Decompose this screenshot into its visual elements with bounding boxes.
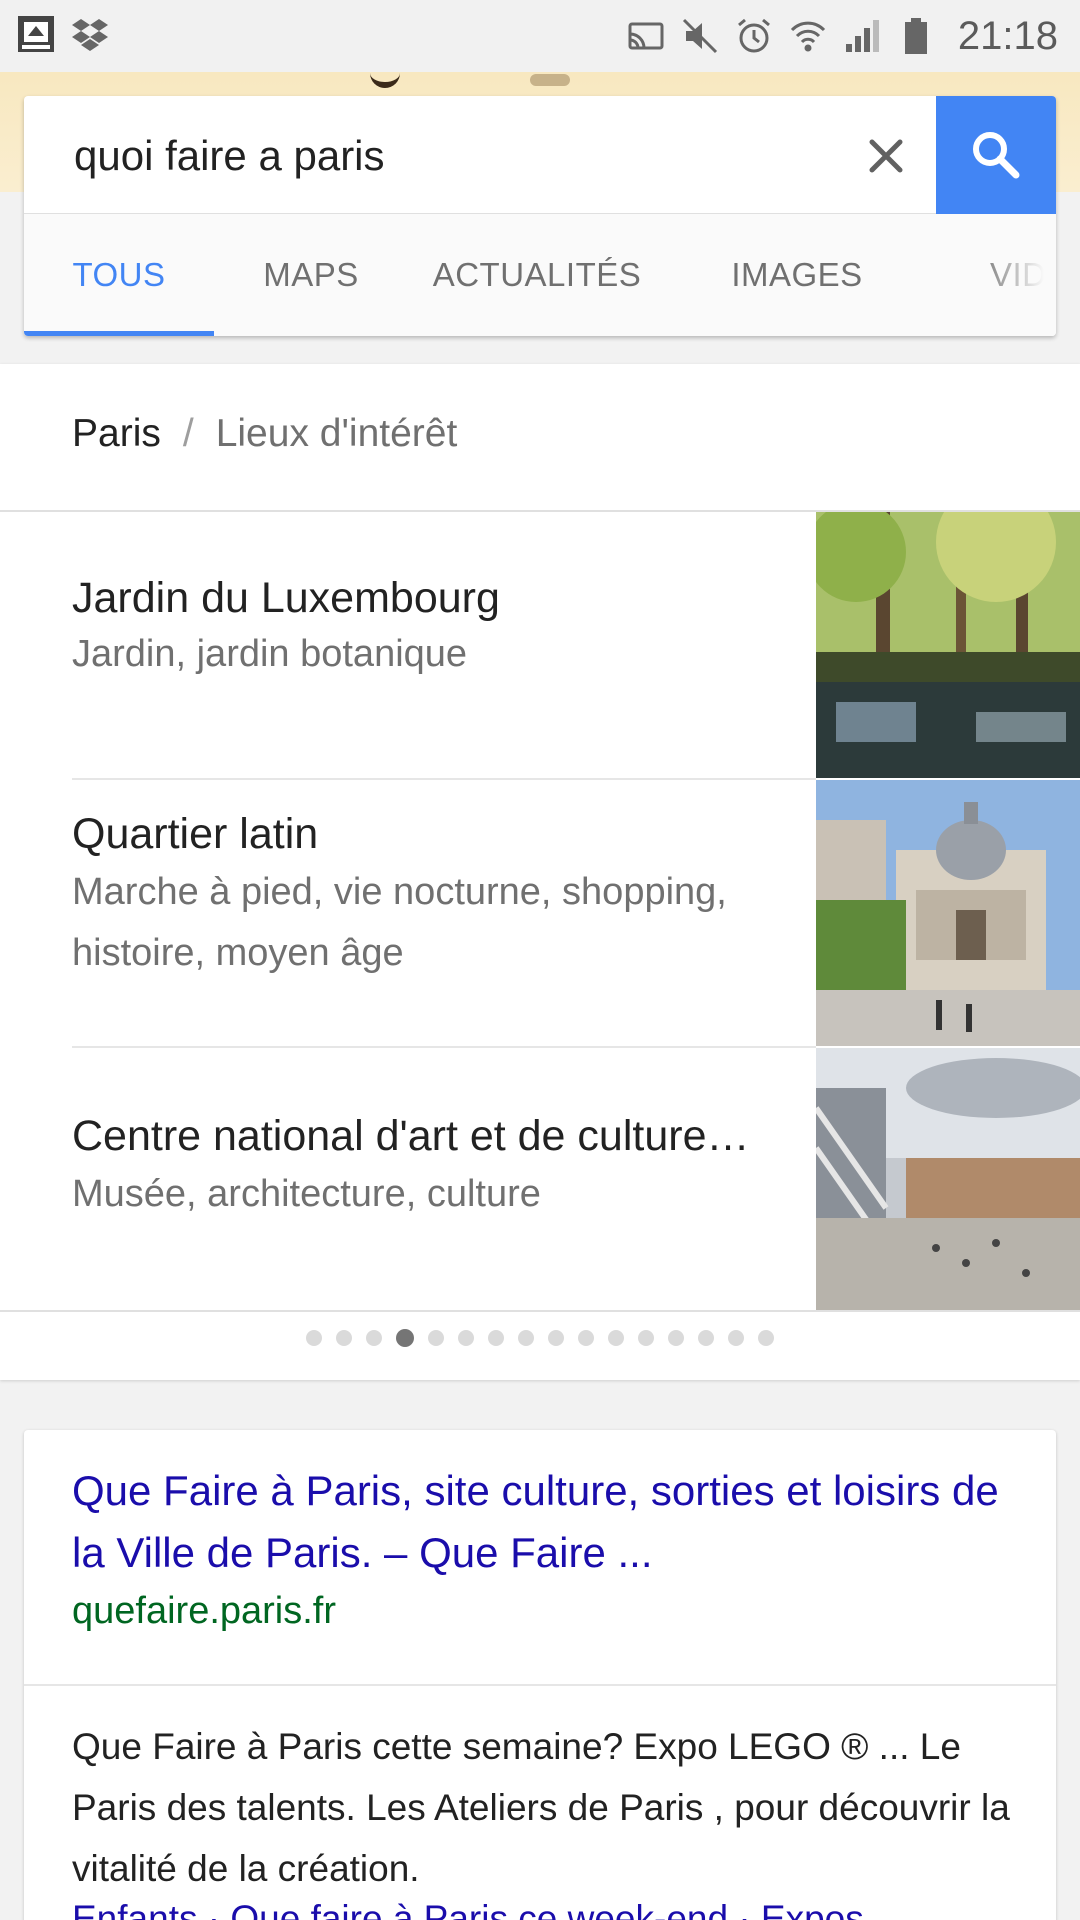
poi-thumbnail	[816, 1048, 1080, 1314]
poi-thumbnail	[816, 512, 1080, 778]
pagination-dot[interactable]	[366, 1330, 382, 1346]
search-icon	[973, 132, 1020, 179]
search-button[interactable]	[936, 96, 1056, 214]
battery-icon	[896, 16, 936, 56]
search-input[interactable]	[74, 126, 834, 186]
carousel-pagination	[0, 1329, 1080, 1347]
tab-label: IMAGES	[731, 256, 863, 293]
divider	[0, 1310, 1080, 1312]
poi-name: Quartier latin	[72, 810, 319, 858]
search-tabs: TOUS MAPS ACTUALITÉS IMAGES VIDÉOS	[24, 214, 1056, 336]
result-sublinks[interactable]: Enfants · Que faire à Paris ce week-end …	[72, 1898, 864, 1920]
cast-icon	[626, 16, 666, 56]
status-time: 21:18	[957, 14, 1058, 58]
breadcrumb-category: Lieux d'intérêt	[215, 412, 458, 455]
pagination-dot[interactable]	[638, 1330, 654, 1346]
poi-description: Marche à pied, vie nocturne, shopping, h…	[72, 871, 727, 974]
pagination-dot[interactable]	[428, 1330, 444, 1346]
tab-videos[interactable]: VIDÉOS	[990, 214, 1056, 336]
signal-icon	[842, 16, 882, 56]
doodle-shape	[530, 74, 570, 86]
poi-description: Musée, architecture, culture	[72, 1173, 541, 1215]
breadcrumb: Paris / Lieux d'intérêt	[72, 412, 457, 456]
poi-name: Jardin du Luxembourg	[72, 574, 500, 622]
dropbox-icon	[70, 14, 110, 54]
search-bar	[24, 96, 1056, 214]
breadcrumb-city[interactable]: Paris	[72, 412, 161, 456]
wifi-icon	[788, 16, 828, 56]
result-url: quefaire.paris.fr	[72, 1590, 337, 1632]
pagination-dot[interactable]	[548, 1330, 564, 1346]
pagination-dot[interactable]	[758, 1330, 774, 1346]
pagination-dot[interactable]	[578, 1330, 594, 1346]
close-icon	[869, 139, 903, 173]
poi-item[interactable]: Quartier latin Marche à pied, vie noctur…	[0, 780, 1080, 1046]
status-bar-right: 21:18	[626, 8, 1058, 64]
poi-item[interactable]: Centre national d'art et de culture… Mus…	[0, 1048, 1080, 1314]
app-badge-icon	[16, 14, 56, 54]
breadcrumb-separator: /	[182, 412, 194, 455]
tab-tous[interactable]: TOUS	[24, 214, 214, 336]
alarm-icon	[734, 16, 774, 56]
pagination-dot[interactable]	[608, 1330, 624, 1346]
points-of-interest-card: Paris / Lieux d'intérêt Jardin du Luxemb…	[0, 364, 1080, 1380]
tab-maps[interactable]: MAPS	[214, 214, 408, 336]
tab-label: ACTUALITÉS	[432, 256, 642, 293]
poi-description: Jardin, jardin botanique	[72, 633, 468, 675]
doodle-shape	[370, 72, 400, 88]
pagination-dot[interactable]	[488, 1330, 504, 1346]
tab-images[interactable]: IMAGES	[690, 214, 904, 336]
pagination-dot[interactable]	[698, 1330, 714, 1346]
poi-item[interactable]: Jardin du Luxembourg Jardin, jardin bota…	[0, 512, 1080, 778]
pagination-dot[interactable]	[668, 1330, 684, 1346]
divider	[24, 1684, 1056, 1686]
pagination-dot[interactable]	[306, 1330, 322, 1346]
tab-label: MAPS	[263, 256, 359, 293]
result-snippet: Que Faire à Paris cette semaine? Expo LE…	[72, 1726, 1010, 1889]
poi-name: Centre national d'art et de culture…	[72, 1112, 750, 1160]
pagination-dot[interactable]	[396, 1329, 414, 1347]
tab-label: TOUS	[72, 256, 166, 293]
clear-search-button[interactable]	[854, 124, 918, 188]
pagination-dot[interactable]	[336, 1330, 352, 1346]
result-title-link[interactable]: Que Faire à Paris, site culture, sorties…	[72, 1460, 1002, 1584]
tab-actualites[interactable]: ACTUALITÉS	[432, 214, 642, 336]
search-card: TOUS MAPS ACTUALITÉS IMAGES VIDÉOS	[24, 96, 1056, 336]
pagination-dot[interactable]	[518, 1330, 534, 1346]
pagination-dot[interactable]	[728, 1330, 744, 1346]
status-bar: 21:18	[0, 0, 1080, 72]
poi-thumbnail	[816, 780, 1080, 1046]
tab-label: VIDÉOS	[990, 256, 1056, 293]
status-bar-left	[16, 14, 110, 54]
pagination-dot[interactable]	[458, 1330, 474, 1346]
search-result-card: Que Faire à Paris, site culture, sorties…	[24, 1430, 1056, 1920]
mute-icon	[680, 16, 720, 56]
